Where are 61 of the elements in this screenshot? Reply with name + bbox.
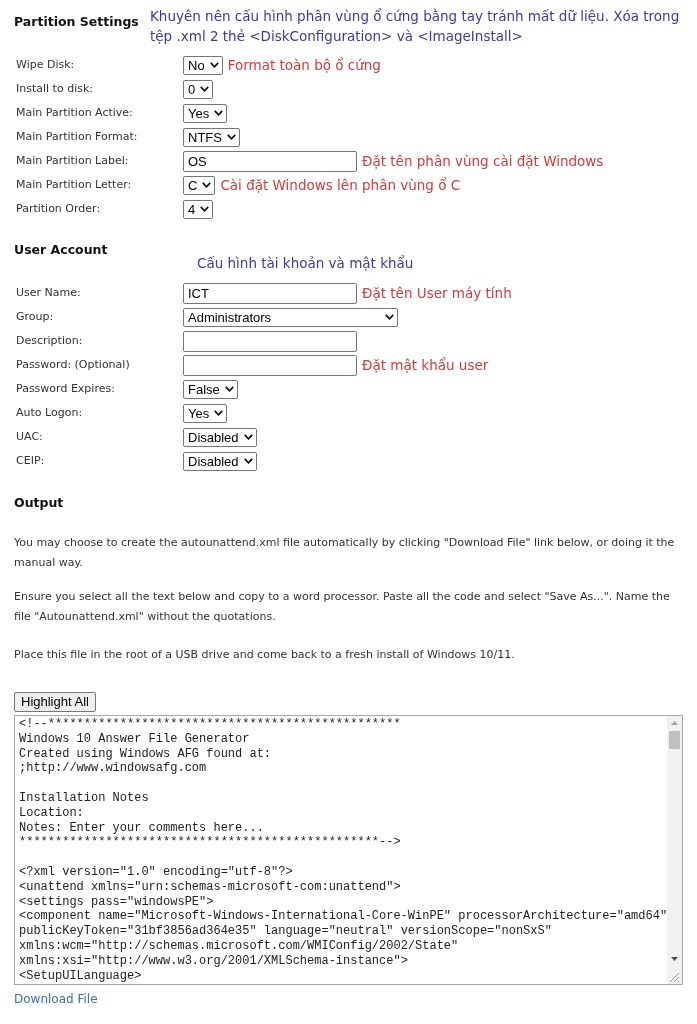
annotation-note: Đặt mật khẩu user <box>362 356 489 374</box>
chevron-down-icon <box>385 314 394 320</box>
field-label: User Name: <box>15 284 82 301</box>
field-label: Password: (Optional) <box>15 356 131 373</box>
chevron-down-icon <box>200 86 210 92</box>
instruction-paragraph: Place this file in the root of a USB drive and come back to a fresh install of Windows 10/11. <box>14 647 516 663</box>
dropdown[interactable]: C <box>183 175 216 195</box>
chevron-down-icon <box>200 206 210 212</box>
xml-code-text: <!--************************************************* Windows 10 Answer File Generator Created using Windows AFG found at: ;http://www.windowsafg.com Installation Notes Location: Notes: Enter your comments here... **************************************************--> <?xml version="1.0" encoding="utf-8"?> <unattend xmlns="urn:schemas-microsoft-com:unattend"> <settings pass="windowsPE"> <component name="Microsoft-Windows-International-Core-WinPE" processorArchitecture="amd64" publicKeyToken="31bf3856ad364e35" language="neutral" versionScope="nonSxS" xmlns:wcm="http://schemas.microsoft.com/WMIConfig/2002/State" xmlns:xsi="http://www.w3.org/2001/XMLSchema-instance"> <SetupUILanguage> <box>18 716 667 984</box>
dropdown[interactable]: Disabled <box>183 451 257 471</box>
field-label: Main Partition Letter: <box>15 176 133 193</box>
dropdown[interactable]: Administrators <box>183 307 398 327</box>
text-field[interactable]: OS <box>183 150 357 172</box>
annotation-note: Cài đặt Windows lên phân vùng ổ C <box>220 176 461 194</box>
text-field[interactable] <box>183 354 357 376</box>
dropdown[interactable]: Yes <box>183 103 228 123</box>
chevron-down-icon <box>214 410 224 416</box>
dropdown[interactable]: False <box>183 379 238 399</box>
download-file-link[interactable]: Download File <box>14 992 98 1006</box>
dropdown[interactable]: No <box>183 55 223 75</box>
instruction-paragraph: You may choose to create the autounattend.xml file automatically by clicking "Download File" link below, or doing it the manual way. <box>14 535 676 571</box>
field-label: Auto Logon: <box>15 404 84 421</box>
chevron-down-icon <box>209 62 219 68</box>
annotation-note: Format toàn bộ ổ cứng <box>227 56 381 74</box>
field-label: Main Partition Format: <box>15 128 139 145</box>
resize-grip-icon <box>669 972 680 983</box>
chevron-down-icon <box>202 182 212 188</box>
field-label: CEIP: <box>15 452 46 469</box>
scrollbar-thumb[interactable] <box>669 731 680 749</box>
field-label: Main Partition Label: <box>15 152 130 169</box>
dropdown[interactable]: 4 <box>183 199 214 219</box>
field-label: Install to disk: <box>15 80 94 97</box>
field-label: Wipe Disk: <box>15 56 76 73</box>
dropdown[interactable]: Yes <box>183 403 228 423</box>
section-note: Cấu hình tài khoản và mật khẩu <box>197 254 414 273</box>
dropdown[interactable]: Disabled <box>183 427 257 447</box>
highlight-all-button[interactable]: Highlight All <box>14 691 96 712</box>
scroll-up-arrow-icon <box>671 721 678 725</box>
chevron-down-icon <box>214 110 224 116</box>
field-label: Password Expires: <box>15 380 116 397</box>
instruction-paragraph: Ensure you select all the text below and copy to a word processor. Paste all the code and select "Save As...". Name the file "Autounattend.xml" without the quotations. <box>14 589 671 625</box>
section-note: Khuyên nên cấu hình phân vùng ổ cứng bằng tay tránh mất dữ liệu. Xóa trong tệp .xml 2 thẻ <DiskConfiguration> và <ImageInstall> <box>150 7 681 46</box>
field-label: Partition Order: <box>15 200 102 217</box>
field-label: Main Partition Active: <box>15 104 134 121</box>
section-heading: User Account <box>14 241 109 259</box>
scroll-down-arrow-icon <box>671 957 678 961</box>
chevron-down-icon <box>243 434 253 440</box>
dropdown[interactable]: NTFS <box>183 127 240 147</box>
field-label: Description: <box>15 332 84 349</box>
section-heading: Partition Settings <box>14 13 140 31</box>
text-field[interactable]: ICT <box>183 282 357 304</box>
text-field[interactable] <box>183 330 357 352</box>
field-label: UAC: <box>15 428 44 445</box>
field-label: Group: <box>15 308 55 325</box>
annotation-note: Đặt tên phân vùng cài đặt Windows <box>362 152 604 170</box>
chevron-down-icon <box>224 386 234 392</box>
chevron-down-icon <box>243 458 253 464</box>
dropdown[interactable]: 0 <box>183 79 214 99</box>
annotation-note: Đặt tên User máy tính <box>362 284 512 302</box>
section-heading: Output <box>14 494 65 512</box>
chevron-down-icon <box>226 134 236 140</box>
